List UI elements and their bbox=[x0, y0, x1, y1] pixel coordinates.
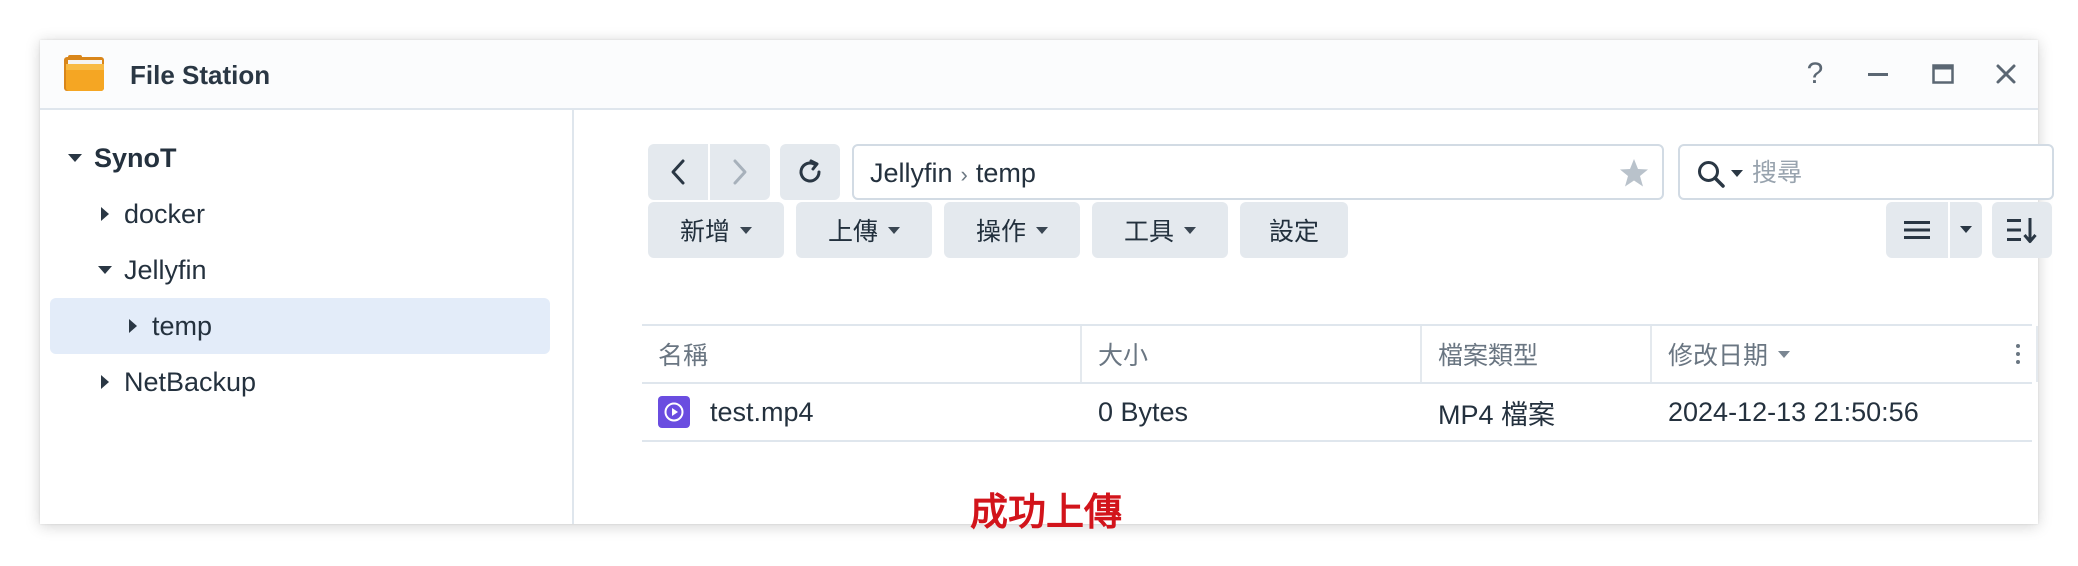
chevron-down-icon bbox=[1731, 170, 1743, 177]
upload-success-message: 成功上傳 bbox=[970, 490, 1123, 534]
close-icon[interactable] bbox=[1986, 54, 2026, 94]
dropdown-arrow-icon bbox=[740, 226, 752, 234]
column-header-label: 修改日期 bbox=[1668, 342, 1769, 370]
column-header-modified[interactable]: 修改日期 bbox=[1652, 326, 2038, 382]
refresh-button[interactable] bbox=[780, 144, 840, 200]
view-dropdown-button[interactable] bbox=[1950, 202, 1982, 258]
caret-right-icon[interactable] bbox=[94, 371, 116, 393]
column-options-icon[interactable] bbox=[2004, 326, 2032, 382]
cell-type: MP4 檔案 bbox=[1422, 384, 1652, 440]
file-size: 0 Bytes bbox=[1098, 396, 1189, 427]
file-station-window: File Station ? SynoT docker Jellyfin tem… bbox=[40, 40, 2054, 534]
path-bar[interactable]: Jellyfin › temp bbox=[852, 144, 1664, 200]
sort-icon bbox=[2007, 218, 2037, 243]
column-header-size[interactable]: 大小 bbox=[1082, 326, 1422, 382]
refresh-icon bbox=[799, 159, 821, 183]
file-type: MP4 檔案 bbox=[1438, 399, 1556, 430]
column-header-type[interactable]: 檔案類型 bbox=[1422, 326, 1652, 382]
settings-button[interactable]: 設定 bbox=[1240, 202, 1348, 258]
caret-down-icon[interactable] bbox=[64, 147, 86, 169]
back-button[interactable] bbox=[648, 144, 708, 200]
cell-name: test.mp4 bbox=[642, 384, 1082, 440]
tree-item-label: NetBackup bbox=[124, 366, 257, 397]
list-view-icon bbox=[1904, 221, 1930, 239]
tree-item-label: Jellyfin bbox=[124, 254, 207, 285]
caret-right-icon[interactable] bbox=[122, 315, 144, 337]
star-icon[interactable] bbox=[1618, 157, 1650, 193]
search-input[interactable] bbox=[1752, 154, 2042, 192]
help-icon[interactable]: ? bbox=[1795, 54, 1835, 94]
caret-right-icon[interactable] bbox=[94, 203, 116, 225]
settings-button-label: 設定 bbox=[1268, 218, 1319, 246]
breadcrumb-item[interactable]: Jellyfin bbox=[870, 158, 953, 188]
maximize-icon[interactable] bbox=[1923, 54, 1963, 94]
file-name: test.mp4 bbox=[710, 396, 814, 427]
search-box[interactable] bbox=[1678, 144, 2054, 200]
folder-app-icon bbox=[62, 54, 108, 94]
caret-down-icon[interactable] bbox=[94, 259, 116, 281]
search-options-button[interactable] bbox=[1696, 159, 1744, 189]
sort-arrow-icon bbox=[1778, 350, 1791, 358]
column-header-name[interactable]: 名稱 bbox=[642, 326, 1082, 382]
cell-modified: 2024-12-13 21:50:56 bbox=[1652, 384, 2032, 440]
main-panel: Jellyfin › temp 新增 上傳 操作 bbox=[574, 110, 2054, 534]
tree-item-temp[interactable]: temp bbox=[50, 298, 550, 354]
breadcrumb-item[interactable]: temp bbox=[976, 158, 1036, 188]
tree-item-synot[interactable]: SynoT bbox=[64, 130, 544, 186]
list-view-button[interactable] bbox=[1886, 202, 1948, 258]
column-header-label: 檔案類型 bbox=[1438, 342, 1539, 370]
column-header-label: 名稱 bbox=[658, 342, 709, 370]
video-file-icon bbox=[658, 396, 690, 428]
forward-icon bbox=[733, 159, 747, 185]
dropdown-arrow-icon bbox=[1036, 226, 1048, 234]
column-header-label: 大小 bbox=[1098, 342, 1149, 370]
file-table-header: 名稱 大小 檔案類型 修改日期 bbox=[642, 324, 2038, 384]
search-icon bbox=[1698, 161, 1725, 188]
tree-item-label: docker bbox=[124, 198, 206, 229]
action-button-label: 操作 bbox=[975, 218, 1026, 246]
create-button[interactable]: 新增 bbox=[648, 202, 784, 258]
action-button[interactable]: 操作 bbox=[944, 202, 1080, 258]
tools-button[interactable]: 工具 bbox=[1092, 202, 1228, 258]
tree-item-label: temp bbox=[152, 310, 213, 341]
upload-button-label: 上傳 bbox=[827, 218, 878, 246]
window-title: File Station bbox=[130, 60, 271, 90]
upload-button[interactable]: 上傳 bbox=[796, 202, 932, 258]
tree-item-jellyfin[interactable]: Jellyfin bbox=[94, 242, 544, 298]
dropdown-arrow-icon bbox=[1184, 226, 1196, 234]
cell-size: 0 Bytes bbox=[1082, 384, 1422, 440]
title-bar: File Station ? bbox=[40, 40, 2038, 110]
create-button-label: 新增 bbox=[679, 218, 730, 246]
forward-button[interactable] bbox=[710, 144, 770, 200]
breadcrumb: Jellyfin › temp bbox=[870, 156, 1036, 192]
sort-button[interactable] bbox=[1992, 202, 2052, 258]
chevron-right-icon: › bbox=[960, 162, 968, 187]
back-icon bbox=[671, 159, 685, 185]
minimize-icon[interactable] bbox=[1858, 54, 1898, 94]
tree-item-netbackup[interactable]: NetBackup bbox=[94, 354, 544, 410]
table-row[interactable]: test.mp4 0 Bytes MP4 檔案 2024-12-13 21:50… bbox=[642, 384, 2032, 442]
file-modified: 2024-12-13 21:50:56 bbox=[1668, 396, 1919, 427]
tree-item-label: SynoT bbox=[94, 142, 177, 173]
tools-button-label: 工具 bbox=[1123, 218, 1174, 246]
tree-item-docker[interactable]: docker bbox=[94, 186, 544, 242]
chevron-down-icon bbox=[1960, 226, 1972, 233]
folder-tree-sidebar: SynoT docker Jellyfin temp NetBackup bbox=[40, 110, 574, 524]
dropdown-arrow-icon bbox=[888, 226, 900, 234]
